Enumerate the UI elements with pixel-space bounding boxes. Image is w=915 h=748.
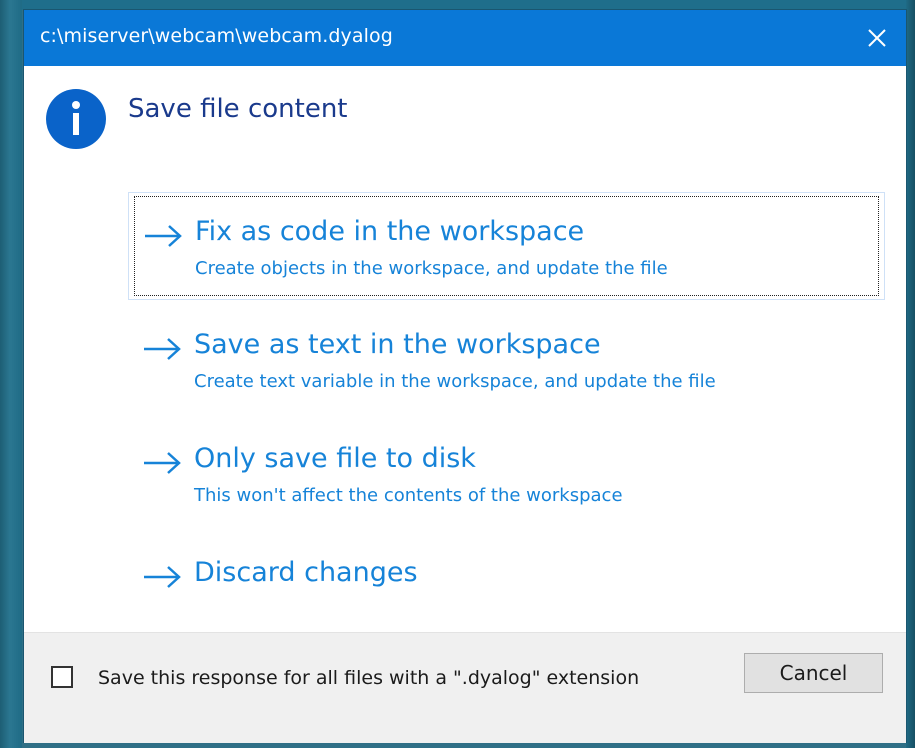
arrow-right-icon bbox=[144, 566, 181, 588]
option-description: Create text variable in the workspace, a… bbox=[194, 371, 716, 392]
dialog-footer: Save this response for all files with a … bbox=[24, 632, 906, 743]
option-description: This won't affect the contents of the wo… bbox=[194, 485, 623, 506]
option-save-as-text[interactable]: Save as text in the workspace Create tex… bbox=[128, 306, 885, 414]
arrow-right-icon bbox=[145, 225, 182, 247]
window-edge-top bbox=[0, 0, 915, 10]
arrow-right-icon bbox=[144, 338, 181, 360]
close-icon bbox=[868, 29, 886, 47]
window-edge-left bbox=[0, 0, 22, 748]
window-edge-right bbox=[906, 0, 915, 748]
save-response-label[interactable]: Save this response for all files with a … bbox=[98, 663, 658, 693]
option-only-save-to-disk[interactable]: Only save file to disk This won't affect… bbox=[128, 420, 885, 528]
option-description: Create objects in the workspace, and upd… bbox=[195, 258, 668, 279]
arrow-right-icon bbox=[144, 452, 181, 474]
option-title: Fix as code in the workspace bbox=[195, 216, 585, 247]
option-discard-changes[interactable]: Discard changes bbox=[128, 534, 885, 610]
cancel-button[interactable]: Cancel bbox=[744, 653, 883, 693]
option-title: Save as text in the workspace bbox=[194, 329, 601, 360]
close-button[interactable] bbox=[848, 10, 906, 66]
info-icon bbox=[46, 89, 106, 149]
option-title: Discard changes bbox=[194, 557, 418, 588]
option-fix-as-code[interactable]: Fix as code in the workspace Create obje… bbox=[128, 192, 885, 300]
task-dialog: c:\miserver\webcam\webcam.dyalog Save fi… bbox=[24, 10, 906, 743]
window-title: c:\miserver\webcam\webcam.dyalog bbox=[40, 25, 393, 47]
option-title: Only save file to disk bbox=[194, 443, 476, 474]
save-response-checkbox[interactable] bbox=[51, 666, 73, 688]
title-bar[interactable]: c:\miserver\webcam\webcam.dyalog bbox=[24, 10, 906, 66]
dialog-heading: Save file content bbox=[128, 94, 348, 124]
